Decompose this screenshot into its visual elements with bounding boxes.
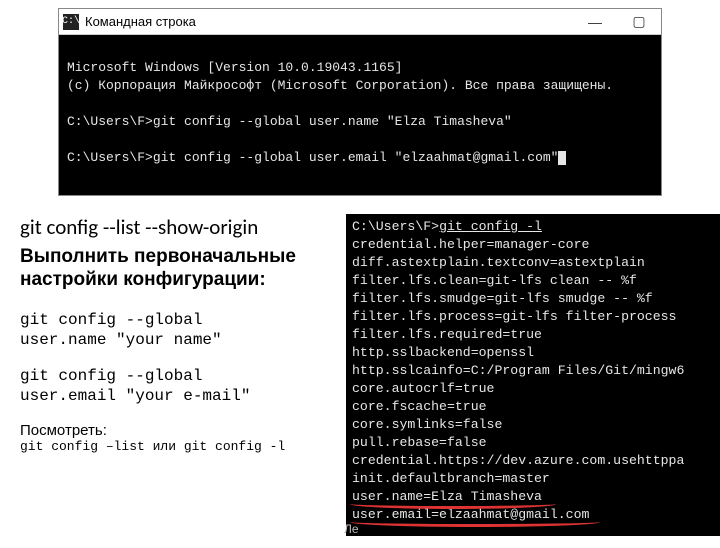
term-line: Microsoft Windows [Version 10.0.19043.11… [67, 60, 402, 75]
term-line: (c) Корпорация Майкрософт (Microsoft Cor… [67, 78, 613, 93]
config-line: diff.astextplain.textconv=astextplain [352, 255, 645, 270]
config-line: core.fscache=true [352, 399, 487, 414]
see-label: Посмотреть: [20, 422, 330, 439]
window-title: Командная строка [85, 14, 196, 29]
term-line: C:\Users\F>git config --global user.emai… [67, 150, 558, 165]
config-line: pull.rebase=false [352, 435, 487, 450]
config-line: filter.lfs.smudge=git-lfs smudge -- %f [352, 291, 653, 306]
see-cmd: git config –list или git config -l [20, 439, 330, 454]
config-line-username: user.name=Elza Timasheva [352, 489, 542, 504]
minimize-button[interactable]: — [573, 9, 617, 35]
prompt: C:\Users\F> [352, 219, 439, 234]
config-line: filter.lfs.required=true [352, 327, 542, 342]
subheading: Выполнить первоначальные настройки конфи… [20, 246, 330, 292]
red-underline-useremail [350, 522, 600, 527]
config-line: core.autocrlf=true [352, 381, 494, 396]
cmd-icon: C:\ [63, 14, 79, 30]
cmd-window: C:\ Командная строка — ▢ Microsoft Windo… [58, 8, 662, 196]
config-line: filter.lfs.clean=git-lfs clean -- %f [352, 273, 637, 288]
config-line: filter.lfs.process=git-lfs filter-proces… [352, 309, 676, 324]
config-line: http.sslbackend=openssl [352, 345, 534, 360]
typed-command: git config -l [439, 219, 542, 234]
footer-fragment: Ле [344, 522, 359, 536]
config-list-panel: C:\Users\F>git config -l credential.help… [346, 214, 720, 536]
maximize-button[interactable]: ▢ [617, 9, 661, 35]
cursor [558, 151, 566, 165]
config-line: credential.helper=manager-core [352, 237, 589, 252]
lower-section: git config --list --show-origin Выполнит… [0, 214, 720, 536]
config-line: core.symlinks=false [352, 417, 502, 432]
snippet-useremail: git config --global user.email "your e-m… [20, 366, 330, 406]
config-line: http.sslcainfo=C:/Program Files/Git/ming… [352, 363, 684, 378]
config-line-useremail: user.email=elzaahmat@gmail.com [352, 507, 589, 522]
terminal-config-list[interactable]: C:\Users\F>git config -l credential.help… [346, 214, 720, 536]
config-line: credential.https://dev.azure.com.usehttp… [352, 453, 684, 468]
config-line: init.defaultbranch=master [352, 471, 550, 486]
term-line: C:\Users\F>git config --global user.name… [67, 114, 512, 129]
titlebar: C:\ Командная строка — ▢ [59, 9, 661, 35]
cmd-heading: git config --list --show-origin [20, 214, 330, 240]
instructions-panel: git config --list --show-origin Выполнит… [0, 214, 340, 536]
snippet-username: git config --global user.name "your name… [20, 310, 330, 350]
terminal-top[interactable]: Microsoft Windows [Version 10.0.19043.11… [59, 35, 661, 195]
